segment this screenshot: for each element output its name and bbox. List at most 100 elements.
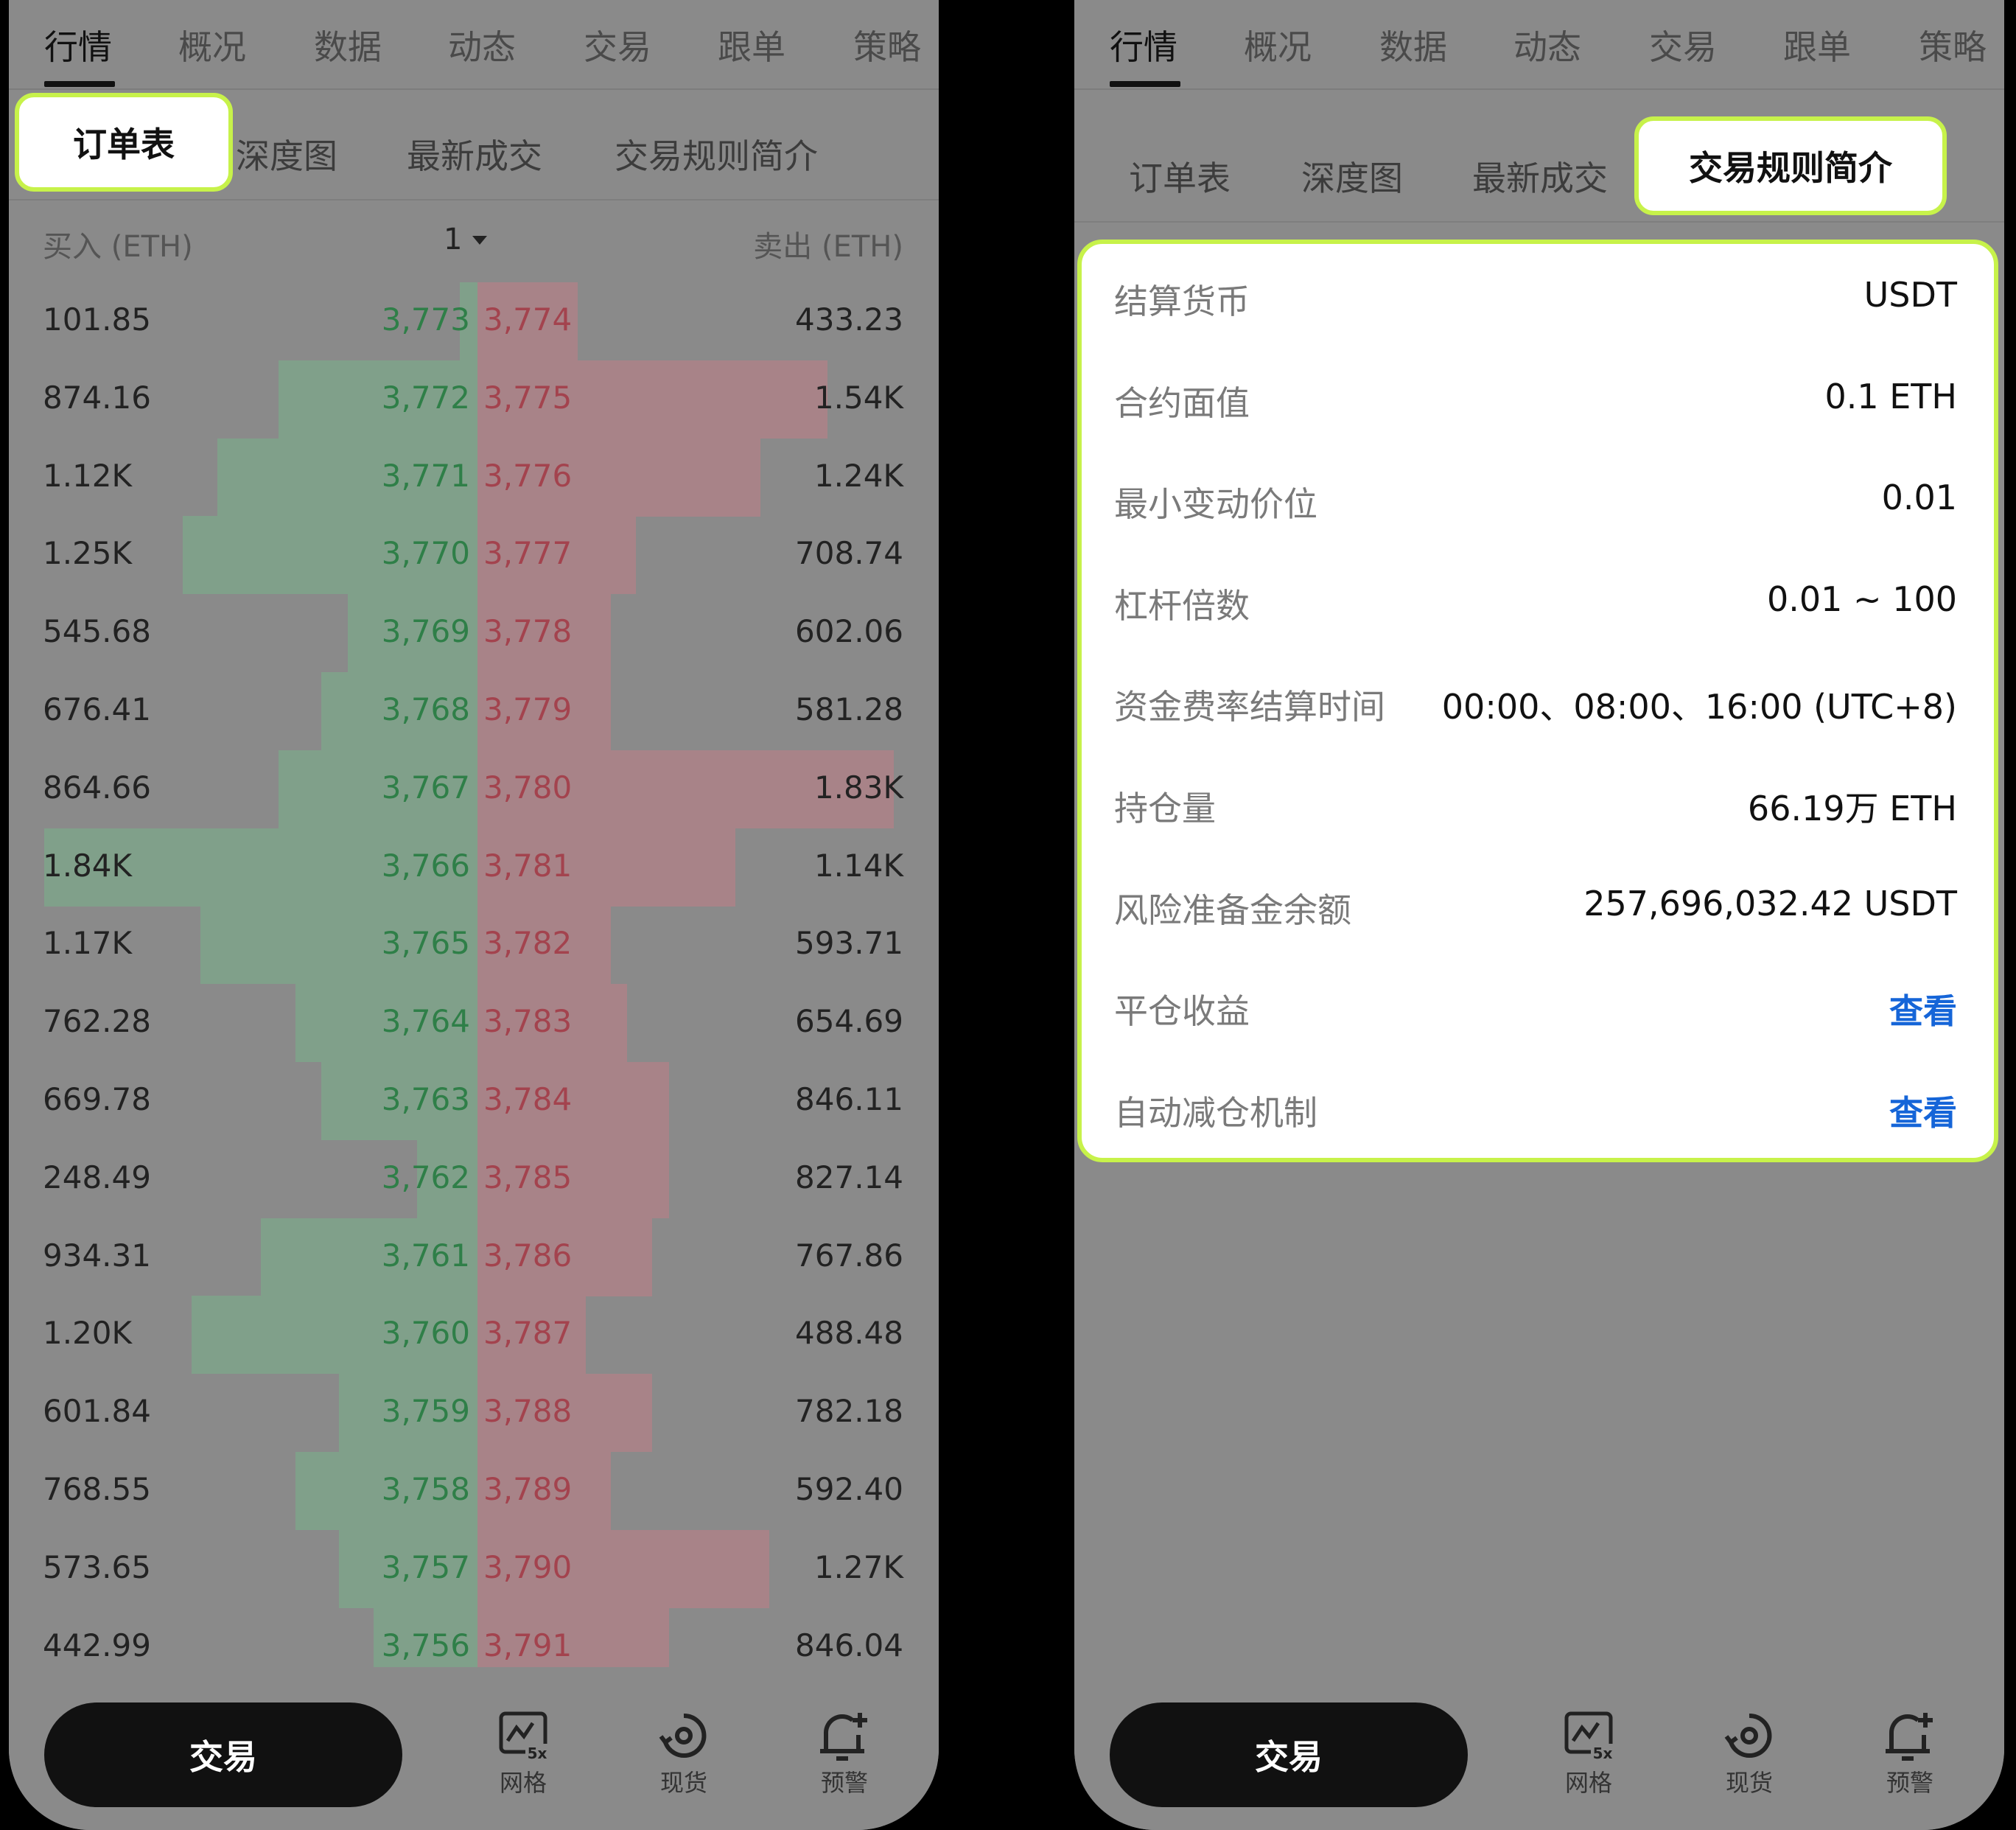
rule-view-link[interactable]: 查看 <box>1889 1086 1957 1135</box>
orderbook-row[interactable]: 874.16 3,772 3,775 1.54K <box>9 360 939 439</box>
ask-price: 3,785 <box>483 1159 573 1195</box>
orderbook-row[interactable]: 1.20K 3,760 3,787 488.48 <box>9 1296 939 1375</box>
grid-button[interactable]: 5x 网格 <box>1544 1710 1633 1798</box>
orderbook-row[interactable]: 1.84K 3,766 3,781 1.14K <box>9 828 939 907</box>
trade-button[interactable]: 交易 <box>44 1702 402 1807</box>
tab-strategy[interactable]: 策略 <box>1919 21 1987 69</box>
subtab-depth[interactable]: 深度图 <box>1301 152 1403 200</box>
ask-price: 3,777 <box>483 535 573 572</box>
ask-price: 3,790 <box>483 1548 573 1585</box>
orderbook-row[interactable]: 669.78 3,763 3,784 846.11 <box>9 1062 939 1140</box>
rule-row: 平仓收益 查看 <box>1082 954 1994 1055</box>
bid-price: 3,767 <box>381 769 470 806</box>
orderbook-row[interactable]: 1.17K 3,765 3,782 593.71 <box>9 906 939 985</box>
tab-market[interactable]: 行情 <box>1110 21 1177 69</box>
alert-button[interactable]: 预警 <box>1866 1710 1954 1798</box>
rule-value: 66.19万 ETH <box>1747 789 1957 828</box>
bid-price: 3,769 <box>381 613 470 650</box>
bid-price: 3,757 <box>381 1548 470 1585</box>
ask-quantity: 581.28 <box>795 691 903 727</box>
subtab-orderbook[interactable]: 订单表 <box>15 93 233 192</box>
alert-button[interactable]: 预警 <box>800 1710 889 1798</box>
tab-copy[interactable]: 跟单 <box>1783 21 1851 69</box>
precision-select[interactable]: 1 <box>444 223 462 256</box>
ask-quantity: 1.24K <box>813 457 903 494</box>
ask-price: 3,774 <box>483 301 573 338</box>
grid-badge: 5x <box>1593 1745 1613 1761</box>
rule-row: 结算货币 USDT <box>1082 244 1994 346</box>
ask-price: 3,775 <box>483 379 573 416</box>
bid-price: 3,760 <box>381 1315 470 1352</box>
ask-price: 3,784 <box>483 1081 573 1117</box>
orderbook-row[interactable]: 676.41 3,768 3,779 581.28 <box>9 672 939 750</box>
tab-strategy[interactable]: 策略 <box>853 21 921 69</box>
tab-news[interactable]: 动态 <box>1513 21 1581 69</box>
subtab-latest-trades[interactable]: 最新成交 <box>1472 152 1608 200</box>
bid-price: 3,756 <box>381 1627 470 1663</box>
tab-trade[interactable]: 交易 <box>1649 21 1717 69</box>
bid-price: 3,766 <box>381 847 470 884</box>
bid-quantity: 1.17K <box>43 925 133 962</box>
active-tab-underline <box>1110 81 1180 87</box>
ask-quantity: 1.54K <box>813 379 903 416</box>
spot-button[interactable]: 现货 <box>640 1710 728 1798</box>
orderbook-row[interactable]: 573.65 3,757 3,790 1.27K <box>9 1529 939 1608</box>
orderbook-row[interactable]: 545.68 3,769 3,778 602.06 <box>9 594 939 673</box>
subtab-rules[interactable]: 交易规则简介 <box>1634 116 1947 215</box>
bid-quantity: 762.28 <box>43 1003 151 1040</box>
spot-button[interactable]: 现货 <box>1705 1710 1793 1798</box>
grid-label: 网格 <box>1564 1769 1612 1797</box>
tab-copy[interactable]: 跟单 <box>718 21 785 69</box>
subtab-rules[interactable]: 交易规则简介 <box>615 130 818 178</box>
orderbook-row[interactable]: 1.12K 3,771 3,776 1.24K <box>9 438 939 517</box>
orderbook-row[interactable]: 1.25K 3,770 3,777 708.74 <box>9 516 939 595</box>
bid-quantity: 573.65 <box>43 1548 151 1585</box>
tab-data[interactable]: 数据 <box>314 21 382 69</box>
ask-quantity: 846.11 <box>795 1081 903 1117</box>
spot-icon <box>1724 1713 1772 1758</box>
chevron-down-icon[interactable] <box>472 236 487 245</box>
orderbook-row[interactable]: 762.28 3,764 3,783 654.69 <box>9 984 939 1063</box>
alert-label: 预警 <box>1886 1769 1933 1797</box>
rule-value: 0.01 ~ 100 <box>1766 579 1957 619</box>
grid-button[interactable]: 5x 网格 <box>479 1710 567 1798</box>
bid-quantity: 1.25K <box>43 535 133 572</box>
bid-price: 3,759 <box>381 1393 470 1430</box>
rule-row: 资金费率结算时间 00:00、08:00、16:00 (UTC+8) <box>1082 649 1994 751</box>
ask-quantity: 488.48 <box>795 1315 903 1352</box>
ask-price: 3,791 <box>483 1627 573 1663</box>
alert-icon <box>1886 1713 1933 1761</box>
bid-price: 3,765 <box>381 925 470 962</box>
sub-tabs: 订单表 深度图 最新成交 交易规则简介 <box>1074 111 2004 223</box>
tab-news[interactable]: 动态 <box>448 21 516 69</box>
tab-data[interactable]: 数据 <box>1379 21 1447 69</box>
ask-price: 3,778 <box>483 613 573 650</box>
tab-trade[interactable]: 交易 <box>584 21 651 69</box>
ask-quantity: 1.14K <box>813 847 903 884</box>
rule-label: 合约面值 <box>1114 383 1250 423</box>
active-tab-underline <box>44 81 115 87</box>
tab-overview[interactable]: 概况 <box>178 21 246 69</box>
orderbook-row[interactable]: 601.84 3,759 3,788 782.18 <box>9 1374 939 1453</box>
bid-quantity: 545.68 <box>43 613 151 650</box>
rule-value: 257,696,032.42 USDT <box>1583 883 1957 923</box>
subtab-latest-trades[interactable]: 最新成交 <box>407 130 542 178</box>
rule-label: 杠杆倍数 <box>1114 585 1250 626</box>
orderbook-row[interactable]: 101.85 3,773 3,774 433.23 <box>9 282 939 360</box>
bid-quantity: 1.12K <box>43 457 133 494</box>
rule-view-link[interactable]: 查看 <box>1889 985 1957 1033</box>
ask-price: 3,782 <box>483 925 573 962</box>
bid-price: 3,771 <box>381 457 470 494</box>
trade-button[interactable]: 交易 <box>1110 1702 1468 1807</box>
tab-market[interactable]: 行情 <box>44 21 112 69</box>
orderbook-row[interactable]: 768.55 3,758 3,789 592.40 <box>9 1452 939 1530</box>
ask-price: 3,780 <box>483 769 573 806</box>
subtab-depth[interactable]: 深度图 <box>236 130 337 178</box>
orderbook-row[interactable]: 934.31 3,761 3,786 767.86 <box>9 1218 939 1296</box>
top-nav: 行情 概况 数据 动态 交易 跟单 策略 <box>1074 0 2004 90</box>
phone-orderbook: 行情 概况 数据 动态 交易 跟单 策略 订单表 深度图 最新成交 交易规则简介… <box>9 0 939 1830</box>
tab-overview[interactable]: 概况 <box>1244 21 1312 69</box>
subtab-orderbook[interactable]: 订单表 <box>1129 152 1231 200</box>
orderbook-row[interactable]: 248.49 3,762 3,785 827.14 <box>9 1139 939 1218</box>
orderbook-row[interactable]: 864.66 3,767 3,780 1.83K <box>9 750 939 828</box>
